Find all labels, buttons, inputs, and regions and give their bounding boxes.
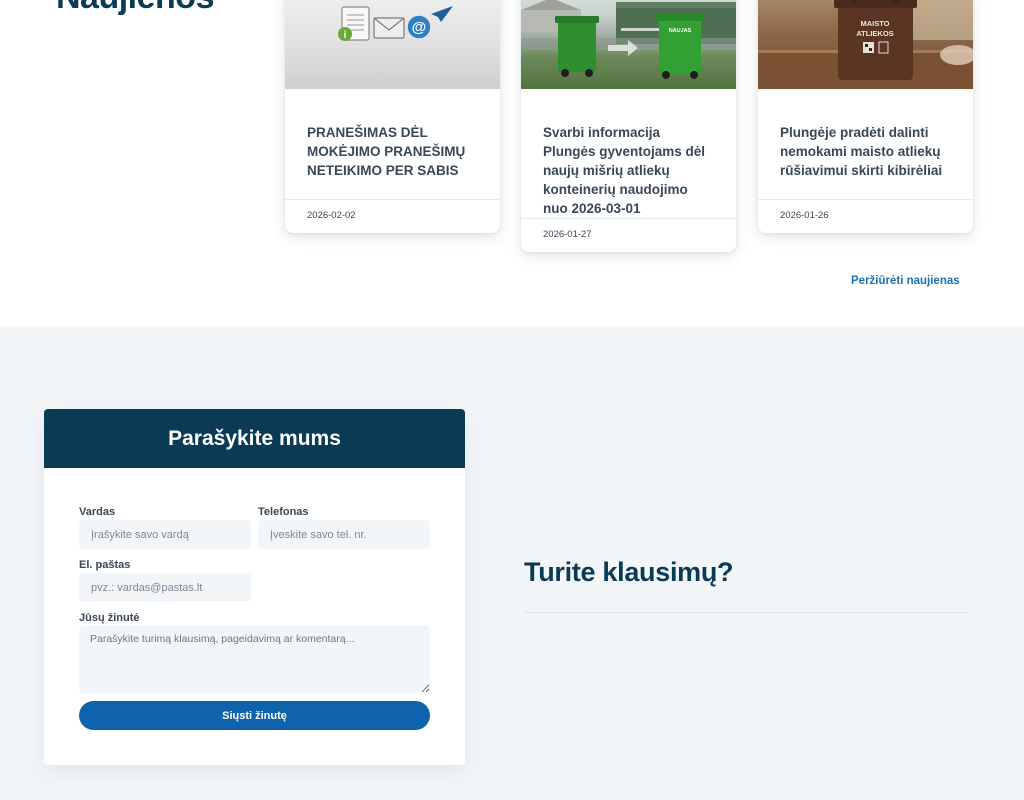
news-card[interactable]: MAISTO ATLIEKOS Plungėje pradėti dalinti… bbox=[758, 0, 973, 233]
svg-text:i: i bbox=[344, 30, 347, 41]
news-card-image: MAISTO ATLIEKOS bbox=[758, 0, 973, 89]
news-card-image: i @ bbox=[285, 0, 500, 89]
svg-text:ATLIEKOS: ATLIEKOS bbox=[856, 29, 893, 38]
news-card-date: 2026-01-27 bbox=[521, 218, 736, 251]
news-card[interactable]: i @ PRANEŠIMAS DĖL MOKĖJIMO PRANEŠIMŲ NE… bbox=[285, 0, 500, 233]
see-all-news-link[interactable]: Peržiūrėti naujienas bbox=[851, 275, 960, 287]
contact-form-header: Parašykite mums bbox=[44, 409, 465, 468]
send-message-button[interactable]: Siųsti žinutę bbox=[79, 701, 430, 730]
svg-text:MAISTO: MAISTO bbox=[860, 19, 889, 28]
news-heading: Naujienos bbox=[56, 0, 214, 17]
name-input[interactable] bbox=[79, 520, 251, 549]
email-documents-icon: i @ bbox=[338, 6, 453, 41]
news-card-image: NAUJAS bbox=[521, 0, 736, 89]
svg-text:@: @ bbox=[412, 19, 427, 36]
contact-form-title: Parašykite mums bbox=[168, 426, 341, 450]
news-card-date: 2026-02-02 bbox=[285, 199, 500, 232]
email-label: El. paštas bbox=[79, 559, 131, 571]
contact-form: Parašykite mums Vardas Telefonas El. paš… bbox=[44, 409, 465, 765]
faq-title: Turite klausimų? bbox=[524, 557, 734, 587]
waste-bins-image: NAUJAS bbox=[521, 0, 736, 79]
news-card-date: 2026-01-26 bbox=[758, 199, 973, 232]
news-section: Naujienos i @ bbox=[0, 0, 1024, 327]
news-card[interactable]: NAUJAS Svarbi informacija Plungės gyvent… bbox=[521, 0, 736, 252]
contact-section: Parašykite mums Vardas Telefonas El. paš… bbox=[0, 327, 1024, 800]
news-card-title[interactable]: Svarbi informacija Plungės gyventojams d… bbox=[543, 123, 714, 218]
message-textarea[interactable] bbox=[79, 626, 430, 693]
svg-text:NAUJAS: NAUJAS bbox=[669, 28, 692, 34]
email-input[interactable] bbox=[79, 573, 251, 602]
phone-input[interactable] bbox=[258, 520, 430, 549]
news-card-title[interactable]: PRANEŠIMAS DĖL MOKĖJIMO PRANEŠIMŲ NETEIK… bbox=[307, 123, 478, 180]
faq-divider bbox=[524, 612, 969, 613]
phone-label: Telefonas bbox=[258, 506, 309, 518]
message-label: Jūsų žinutė bbox=[79, 612, 140, 624]
food-waste-bin-image: MAISTO ATLIEKOS bbox=[758, 0, 973, 89]
news-card-title[interactable]: Plungėje pradėti dalinti nemokami maisto… bbox=[780, 123, 951, 180]
name-label: Vardas bbox=[79, 506, 116, 518]
